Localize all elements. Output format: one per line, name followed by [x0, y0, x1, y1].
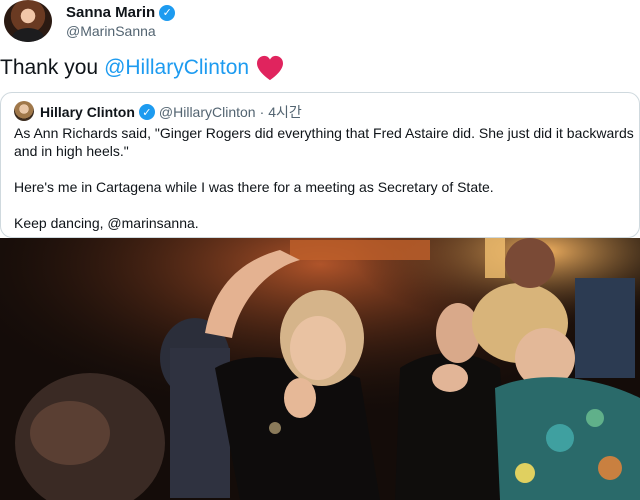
quoted-paragraph-1: As Ann Richards said, "Ginger Rogers did… — [14, 125, 634, 159]
quoted-paragraph-2: Here's me in Cartagena while I was there… — [14, 179, 494, 195]
quoted-tweet[interactable]: Hillary Clinton ✓ @HillaryClinton · 4시간 … — [0, 92, 640, 238]
verified-badge-icon: ✓ — [138, 104, 155, 120]
tweet-text-prefix: Thank you — [0, 56, 99, 79]
quoted-tweet-header: Hillary Clinton ✓ @HillaryClinton · 4시간 — [40, 102, 302, 122]
author-name-row[interactable]: Sanna Marin ✓ — [66, 4, 176, 21]
author-avatar[interactable] — [4, 0, 52, 42]
tweet-text: Thank you @HillaryClinton — [0, 55, 285, 81]
quoted-tweet-body: As Ann Richards said, "Ginger Rogers did… — [14, 124, 634, 232]
red-heart-icon — [257, 55, 284, 81]
quoted-paragraph-3: Keep dancing, @marinsanna. — [14, 215, 199, 231]
author-name[interactable]: Sanna Marin — [66, 4, 155, 21]
verified-badge-icon: ✓ — [159, 4, 176, 21]
tweet-photo[interactable] — [0, 238, 640, 500]
quoted-author-avatar[interactable] — [14, 101, 34, 121]
dancing-photo-image — [0, 238, 640, 500]
mention-link[interactable]: @HillaryClinton — [104, 56, 249, 80]
quoted-tweet-time[interactable]: 4시간 — [268, 102, 302, 122]
quoted-author-handle[interactable]: @HillaryClinton — [159, 104, 256, 120]
author-handle[interactable]: @MarinSanna — [66, 23, 156, 39]
quoted-author-name[interactable]: Hillary Clinton — [40, 104, 135, 120]
meta-separator: · — [259, 104, 265, 120]
